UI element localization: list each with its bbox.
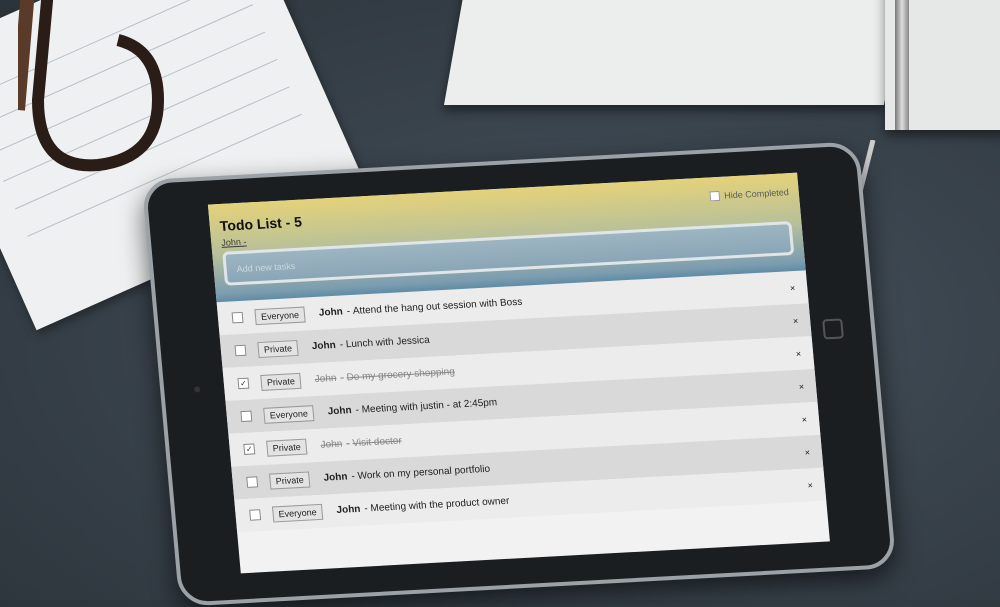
hide-completed-toggle[interactable]: Hide Completed xyxy=(709,187,790,202)
delete-task-button[interactable]: × xyxy=(801,414,807,424)
delete-task-button[interactable]: × xyxy=(795,348,801,358)
delete-task-button[interactable]: × xyxy=(807,480,813,490)
user-menu-link[interactable]: John - xyxy=(221,237,247,248)
task-separator: - xyxy=(346,306,351,318)
tablet-device: Todo List - 5 John - Hide Completed Ever… xyxy=(141,141,897,607)
task-text: Work on my personal portfolio xyxy=(357,463,491,482)
task-owner: John xyxy=(327,405,353,418)
task-owner: John xyxy=(323,471,348,484)
task-text: Attend the hang out session with Boss xyxy=(352,296,523,317)
privacy-toggle-button[interactable]: Everyone xyxy=(254,306,306,325)
privacy-toggle-button[interactable]: Private xyxy=(268,471,311,490)
task-checkbox[interactable] xyxy=(249,509,262,521)
task-separator: - xyxy=(363,503,369,515)
task-owner: John xyxy=(336,503,361,517)
tablet-screen: Todo List - 5 John - Hide Completed Ever… xyxy=(207,172,830,574)
notebook-image xyxy=(443,0,1000,140)
task-list: Everyone John - Attend the hang out sessio… xyxy=(216,270,827,533)
task-checkbox[interactable] xyxy=(234,344,247,357)
home-button[interactable] xyxy=(822,318,844,340)
delete-task-button[interactable]: × xyxy=(792,315,798,325)
task-checkbox[interactable]: ✓ xyxy=(243,443,256,455)
task-owner: John xyxy=(320,438,343,451)
task-text: Meeting with the product owner xyxy=(370,495,510,515)
hide-completed-checkbox[interactable] xyxy=(709,190,721,202)
task-text: Meeting with justin - at 2:45pm xyxy=(361,397,498,416)
delete-task-button[interactable]: × xyxy=(790,282,796,292)
privacy-toggle-button[interactable]: Everyone xyxy=(271,503,324,523)
task-separator: - xyxy=(339,339,344,351)
delete-task-button[interactable]: × xyxy=(798,381,804,391)
task-text: Do my grocery shopping xyxy=(346,366,456,384)
task-separator: - xyxy=(339,372,345,384)
page-title: Todo List - 5 xyxy=(219,213,303,234)
task-checkbox[interactable] xyxy=(246,476,259,488)
task-checkbox[interactable] xyxy=(240,410,253,423)
task-checkbox[interactable] xyxy=(231,311,244,324)
task-text: Lunch with Jessica xyxy=(345,334,431,351)
task-text: Visit doctor xyxy=(351,435,403,450)
task-separator: - xyxy=(350,471,356,483)
camera-icon xyxy=(194,386,201,393)
task-separator: - xyxy=(355,404,360,416)
eyeglasses-image xyxy=(18,0,165,172)
task-owner: John xyxy=(311,339,337,353)
task-separator: - xyxy=(345,438,351,450)
privacy-toggle-button[interactable]: Private xyxy=(257,339,299,358)
privacy-toggle-button[interactable]: Private xyxy=(260,372,302,391)
privacy-toggle-button[interactable]: Everyone xyxy=(263,404,315,424)
hide-completed-label: Hide Completed xyxy=(723,187,790,201)
task-checkbox[interactable]: ✓ xyxy=(237,377,250,390)
task-owner: John xyxy=(314,372,337,386)
privacy-toggle-button[interactable]: Private xyxy=(266,438,308,457)
task-owner: John xyxy=(318,306,344,319)
delete-task-button[interactable]: × xyxy=(804,447,810,457)
